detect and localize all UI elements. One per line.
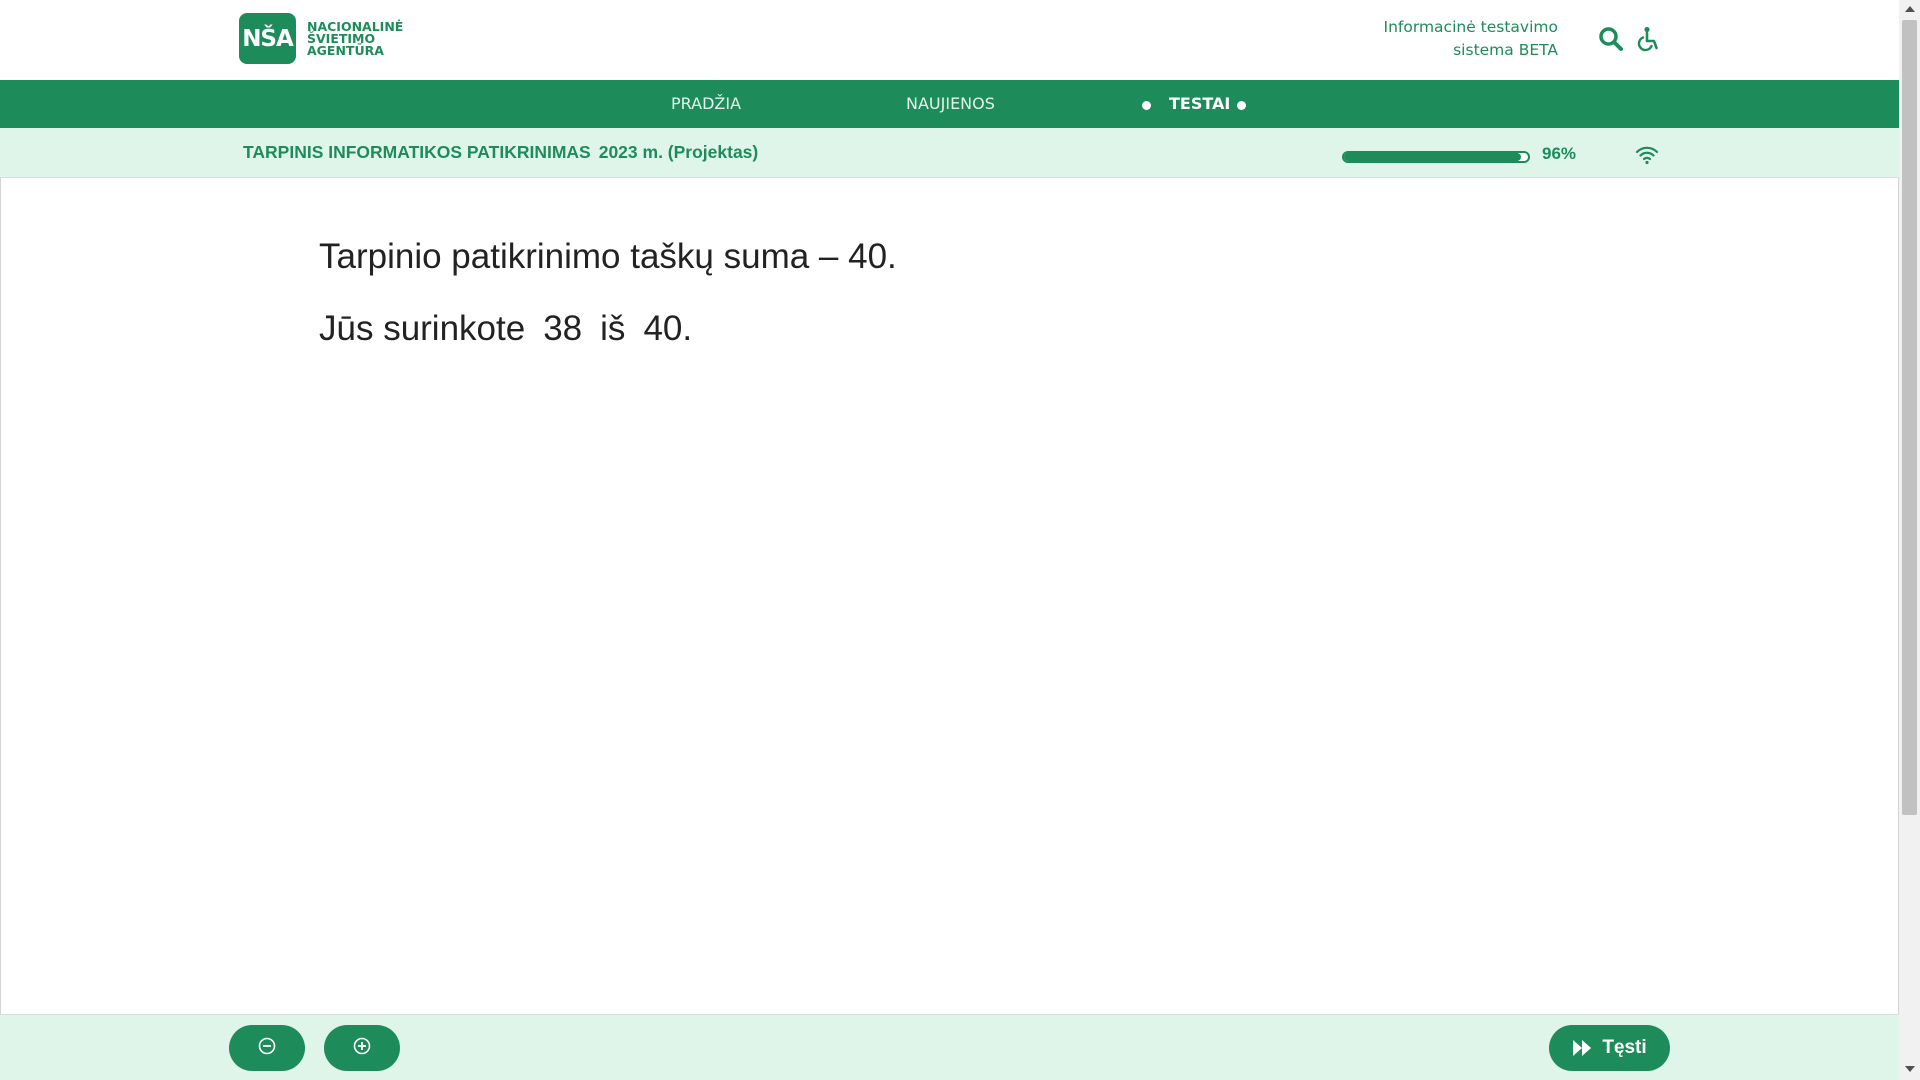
progress-bar xyxy=(1342,151,1530,163)
vertical-scrollbar[interactable] xyxy=(1899,0,1920,1080)
wifi-icon xyxy=(1635,145,1659,165)
exam-bar: TARPINIS INFORMATIKOS PATIKRINIMAS 2023 m… xyxy=(0,128,1899,178)
nav-item-testai[interactable]: TESTAI xyxy=(1169,80,1230,128)
zoom-out-button[interactable] xyxy=(229,1025,305,1071)
score-text: Jūs surinkote 38 iš 40. xyxy=(319,309,692,349)
exam-name: TARPINIS INFORMATIKOS PATIKRINIMAS xyxy=(243,142,591,162)
total-points-text: Tarpinio patikrinimo taškų suma – 40. xyxy=(319,237,897,276)
fast-forward-icon xyxy=(1573,1040,1592,1056)
progress-percent: 96% xyxy=(1542,144,1577,163)
system-name-line-1: Informacinė testavimo xyxy=(1383,18,1558,36)
zoom-out-icon xyxy=(258,1037,276,1060)
scroll-up-icon[interactable] xyxy=(1905,6,1915,12)
main-nav: PRADŽIA NAUJIENOS TESTAI xyxy=(0,80,1899,128)
active-dot-right xyxy=(1237,101,1246,110)
score-of: iš xyxy=(600,309,626,348)
system-name: Informacinė testavimo sistema BETA xyxy=(1384,16,1558,62)
active-dot-left xyxy=(1142,101,1151,110)
footer: Tęsti xyxy=(0,1014,1899,1080)
page: NŠA NACIONALINĖ ŠVIETIMO AGENTŪRA Inform… xyxy=(0,0,1920,1080)
score-value: 38 xyxy=(543,309,583,348)
nav-item-pradzia[interactable]: PRADŽIA xyxy=(671,80,741,128)
scroll-thumb[interactable] xyxy=(1902,20,1917,815)
scroll-down-icon[interactable] xyxy=(1905,1066,1915,1072)
logo-line-3: AGENTŪRA xyxy=(307,42,384,58)
zoom-in-button[interactable] xyxy=(324,1025,400,1071)
content-area: Tarpinio patikrinimo taškų suma – 40. Jū… xyxy=(0,178,1899,1014)
nav-item-naujienos[interactable]: NAUJIENOS xyxy=(906,80,995,128)
continue-button[interactable]: Tęsti xyxy=(1549,1025,1670,1071)
logo-text: NACIONALINĖ ŠVIETIMO AGENTŪRA xyxy=(307,20,403,58)
score-prefix: Jūs surinkote xyxy=(319,309,526,348)
logo[interactable]: NŠA NACIONALINĖ ŠVIETIMO AGENTŪRA xyxy=(239,13,403,64)
logo-badge: NŠA xyxy=(239,13,296,64)
exam-title: TARPINIS INFORMATIKOS PATIKRINIMAS 2023 m… xyxy=(243,142,758,163)
zoom-in-icon xyxy=(353,1037,371,1060)
exam-year: 2023 m. (Projektas) xyxy=(598,142,759,162)
search-icon[interactable] xyxy=(1598,26,1624,52)
score-total: 40. xyxy=(643,309,693,348)
progress-fill xyxy=(1344,153,1521,161)
accessibility-icon[interactable] xyxy=(1635,26,1661,52)
system-name-line-2: sistema BETA xyxy=(1453,41,1558,59)
continue-label: Tęsti xyxy=(1602,1037,1647,1058)
header: NŠA NACIONALINĖ ŠVIETIMO AGENTŪRA Inform… xyxy=(0,0,1899,80)
